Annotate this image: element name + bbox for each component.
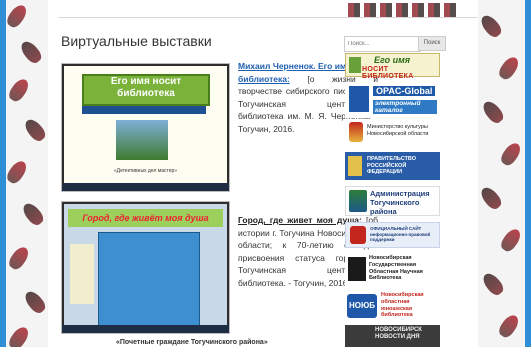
banner-label: Администрация Тогучинского района <box>370 189 430 216</box>
top-menu-strip <box>58 3 478 18</box>
thumbnail-taskbar <box>62 183 229 191</box>
banner-news[interactable]: НОВОСИБИРСК НОВОСТИ ДНЯ <box>345 325 440 347</box>
flower-decoration <box>6 76 32 104</box>
thumbnail-photo <box>116 120 168 160</box>
page-title: Виртуальные выставки <box>61 33 212 49</box>
thumbnail-screenshot: Его имя носит библиотека «Детективных де… <box>64 66 227 183</box>
flower-decoration <box>478 184 505 212</box>
flower-decoration <box>6 324 32 347</box>
banner-label: Его имя <box>374 55 411 65</box>
flower-decoration <box>6 244 32 272</box>
page-content: Виртуальные выставки Его имя носит библи… <box>48 0 478 347</box>
flower-decoration <box>479 270 507 298</box>
search-button[interactable]: Поиск <box>418 36 446 51</box>
banner-ministry-culture[interactable]: Министерство культуры Новосибирской обла… <box>345 120 440 146</box>
flower-decoration <box>496 54 522 82</box>
flower-decoration <box>17 38 45 66</box>
library-icon <box>348 257 366 281</box>
banner-label: Новосибирская Государственная Областная … <box>369 255 423 282</box>
thumbnail-taskbar <box>62 325 229 333</box>
banner-label: OPAC-Global <box>373 86 436 96</box>
exhibition-link[interactable]: Город, где живет моя душа: <box>238 215 362 225</box>
noyub-logo: НОЮБ <box>347 294 377 318</box>
header-decoration <box>348 3 458 17</box>
thumbnail-inner-page <box>98 232 200 326</box>
banner-administration[interactable]: Администрация Тогучинского района <box>345 186 440 216</box>
flower-decoration <box>479 98 507 126</box>
flower-decoration <box>21 288 48 316</box>
flower-decoration <box>6 2 30 30</box>
banner-label: Новосибирская областная юношеская библио… <box>381 292 424 319</box>
emblem-icon <box>349 190 367 212</box>
opac-logo-icon <box>349 86 369 112</box>
decorative-background-left <box>6 0 48 347</box>
banner-government-rf[interactable]: ПРАВИТЕЛЬСТВО РОССИЙСКОЙ ФЕДЕРАЦИИ <box>345 152 440 180</box>
flower-decoration <box>21 116 48 144</box>
flower-decoration <box>498 226 524 254</box>
banner-label: ПРАВИТЕЛЬСТВО РОССИЙСКОЙ ФЕДЕРАЦИИ <box>367 156 417 175</box>
banner-label: Министерство культуры Новосибирской обла… <box>367 124 429 137</box>
search-input[interactable] <box>344 36 421 52</box>
thumbnail-banner: Город, где живёт моя душа <box>68 209 223 227</box>
banner-label: НОСИТ БИБЛИОТЕКА <box>362 66 414 80</box>
thumbnail-caption: «Детективных дел мастер» <box>113 168 178 174</box>
exhibition-thumbnail[interactable]: Город, где живёт моя душа <box>61 201 230 334</box>
banner-official-site[interactable]: ОФИЦИАЛЬНЫЙ САЙТ информационно-правовой … <box>345 222 440 248</box>
decorative-background-right <box>478 0 525 347</box>
emblem-icon <box>348 156 362 176</box>
banner-label: НОВОСИБИРСК НОВОСТИ ДНЯ <box>375 327 422 340</box>
banner-ngonb[interactable]: Новосибирская Государственная Областная … <box>345 254 440 286</box>
flower-decoration <box>496 312 522 340</box>
exhibition-thumbnail[interactable]: Его имя носит библиотека «Детективных де… <box>61 63 230 192</box>
flower-decoration <box>498 140 524 168</box>
flower-decoration <box>6 158 30 186</box>
book-icon <box>349 57 361 73</box>
banner-ego-imya[interactable]: Его имя НОСИТ БИБЛИОТЕКА <box>345 53 440 80</box>
flower-decoration <box>478 12 505 40</box>
banner-opac-global[interactable]: OPAC-Global электронный каталог <box>345 84 440 118</box>
banner-label: ОФИЦИАЛЬНЫЙ САЙТ информационно-правовой … <box>370 226 431 242</box>
banner-noyub[interactable]: НОЮБ Новосибирская областная юношеская б… <box>345 290 440 322</box>
thumbnail-banner: Его имя носит библиотека <box>82 74 210 106</box>
flower-decoration <box>19 200 47 228</box>
banner-label: электронный каталог <box>373 100 437 114</box>
emblem-icon <box>349 122 363 142</box>
thumbnail-nav <box>82 106 206 114</box>
exhibition-caption: «Почетные граждане Тогучинского района» <box>116 339 268 346</box>
thumbnail-sidebar <box>70 244 94 304</box>
emblem-icon <box>350 226 366 244</box>
thumbnail-screenshot: Город, где живёт моя душа <box>64 204 227 326</box>
